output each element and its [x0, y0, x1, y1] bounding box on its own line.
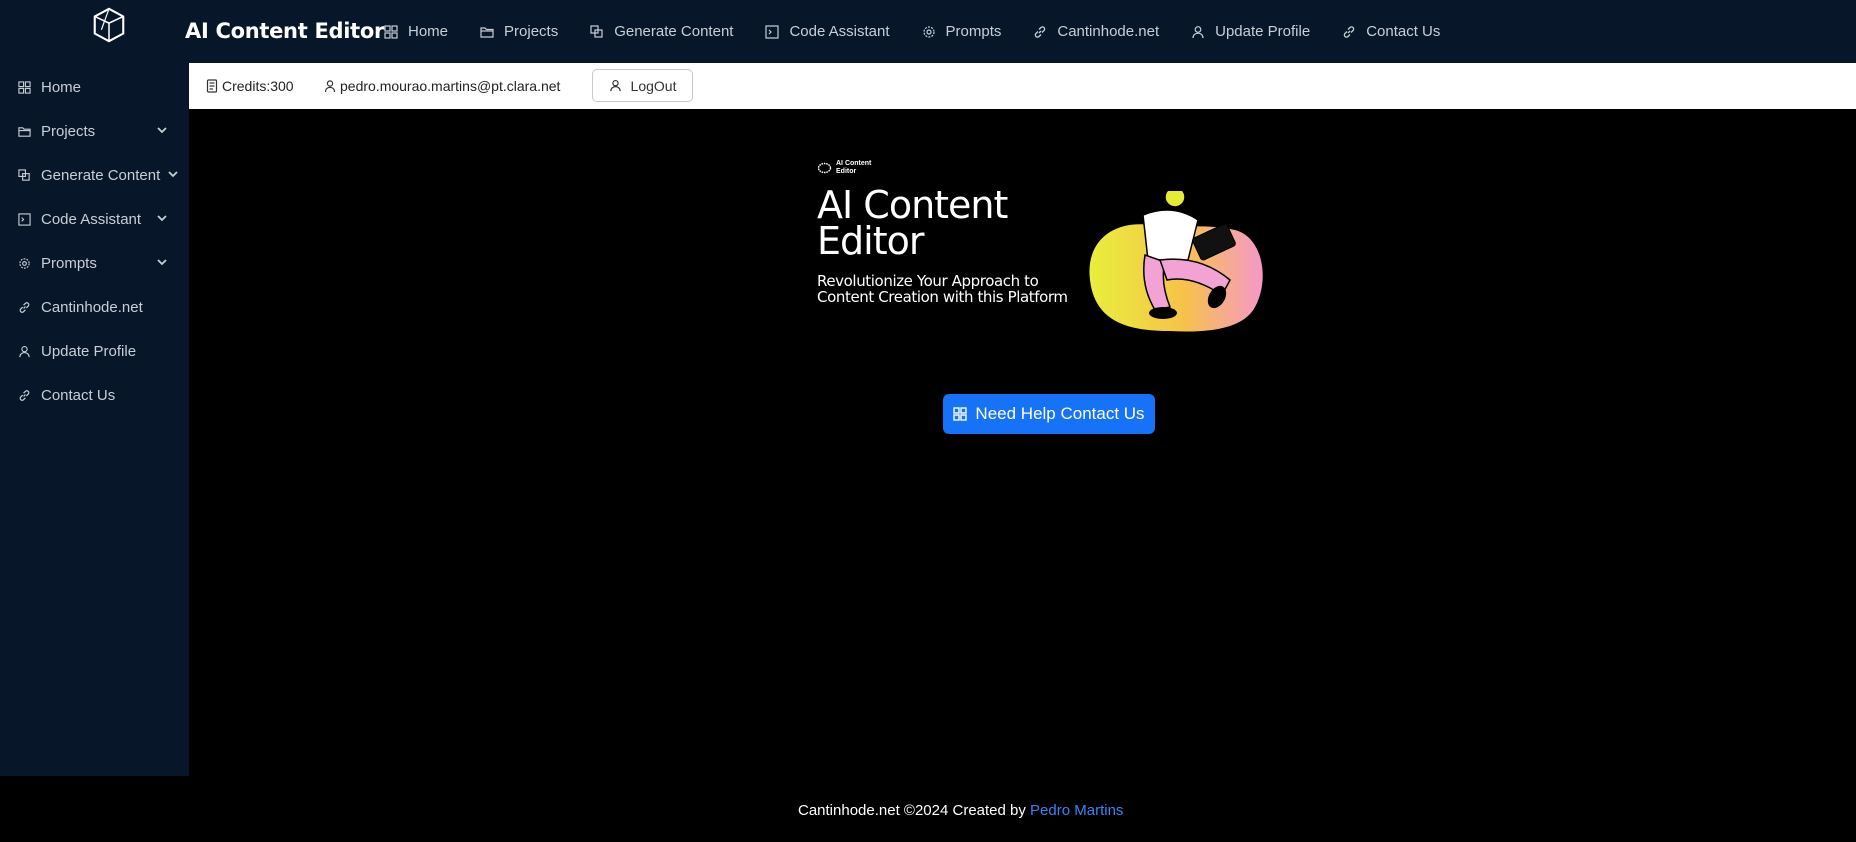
layers-icon — [590, 24, 603, 38]
chevron-down-icon[interactable] — [167, 168, 179, 180]
footer: Cantinhode.net ©2024 Created by Pedro Ma… — [0, 776, 1856, 842]
sidebar-item-projects[interactable]: Projects — [0, 109, 189, 153]
app-title[interactable]: AI Content Editor — [185, 19, 384, 43]
logout-button[interactable]: LogOut — [592, 69, 693, 102]
topnav-item-projects[interactable]: Projects — [480, 23, 558, 40]
link-icon — [19, 301, 30, 313]
topnav-item-contact-us[interactable]: Contact Us — [1342, 23, 1440, 40]
banner-subtitle: Revolutionize Your Approach to Content C… — [817, 273, 1087, 305]
gear-icon — [922, 25, 935, 38]
link-icon — [1035, 25, 1046, 38]
sidebar-item-generate-content[interactable]: Generate Content — [0, 153, 189, 197]
terminal-icon — [765, 24, 780, 39]
topnav-item-update-profile[interactable]: Update Profile — [1191, 23, 1310, 40]
user-icon — [19, 345, 30, 357]
sidebar-item-home[interactable]: Home — [0, 65, 189, 109]
link-icon — [1343, 25, 1355, 38]
grid-icon — [18, 80, 31, 94]
topnav-item-code-assistant[interactable]: Code Assistant — [765, 23, 890, 40]
app-logo-icon[interactable] — [90, 6, 128, 44]
grid-icon — [953, 407, 968, 421]
banner-mini-brand: AI Content Editor — [817, 160, 881, 176]
user-icon — [324, 80, 336, 93]
sidebar-item-label: Projects — [41, 122, 96, 140]
credits-indicator: Credits:300 — [206, 78, 294, 94]
sidebar-item-code-assistant[interactable]: Code Assistant — [0, 197, 189, 241]
top-nav-menu: Home Projects Generate Content Code Assi… — [384, 0, 1472, 63]
sidebar-item-label: Contact Us — [41, 386, 116, 404]
need-help-contact-button[interactable]: Need Help Contact Us — [943, 394, 1155, 434]
topnav-item-prompts[interactable]: Prompts — [922, 23, 1002, 40]
banner-subtitle-line1: Revolutionize Your Approach to — [817, 272, 1039, 290]
banner-title-line1: AI Content — [817, 183, 1008, 227]
gear-icon — [19, 257, 30, 269]
footer-copyright: Cantinhode.net ©2024 Created by — [798, 802, 1031, 819]
topnav-item-label: Prompts — [945, 23, 1002, 40]
terminal-icon — [18, 212, 31, 226]
user-icon — [609, 79, 621, 92]
topnav-item-generate-content[interactable]: Generate Content — [590, 23, 733, 40]
folder-icon — [18, 126, 31, 137]
user-email-text: pedro.mourao.martins@pt.clara.net — [340, 78, 561, 94]
sidebar: Home Projects Generate Content Code Assi… — [0, 63, 189, 776]
banner-illustration — [1089, 186, 1263, 332]
sidebar-item-update-profile[interactable]: Update Profile — [0, 329, 189, 373]
hero-banner: AI Content Editor AI Content Editor Revo… — [817, 157, 1264, 339]
sidebar-item-label: Prompts — [41, 254, 97, 272]
chevron-down-icon[interactable] — [156, 256, 168, 268]
sidebar-item-cantinhode[interactable]: Cantinhode.net — [0, 285, 189, 329]
link-icon — [19, 389, 30, 401]
topnav-item-label: Projects — [504, 23, 559, 40]
banner-subtitle-line2: Content Creation with this Platform — [817, 288, 1068, 306]
sidebar-item-prompts[interactable]: Prompts — [0, 241, 189, 285]
folder-icon — [480, 26, 494, 38]
user-icon — [1192, 25, 1204, 38]
layers-icon — [18, 168, 30, 181]
sidebar-item-label: Cantinhode.net — [41, 298, 143, 316]
topnav-item-label: Cantinhode.net — [1057, 23, 1160, 40]
grid-icon — [384, 24, 398, 39]
topnav-item-cantinhode[interactable]: Cantinhode.net — [1033, 23, 1159, 40]
sidebar-item-label: Home — [41, 78, 82, 96]
topnav-item-home[interactable]: Home — [384, 23, 448, 40]
topnav-item-label: Code Assistant — [789, 23, 890, 40]
banner-title-line2: Editor — [817, 219, 924, 263]
need-help-contact-label: Need Help Contact Us — [975, 404, 1145, 423]
chevron-down-icon[interactable] — [156, 124, 168, 136]
ring-logo-icon — [817, 162, 832, 174]
footer-author-link[interactable]: Pedro Martins — [1030, 802, 1123, 819]
sidebar-item-contact-us[interactable]: Contact Us — [0, 373, 189, 417]
topnav-item-label: Contact Us — [1366, 23, 1441, 40]
user-info-bar: Credits:300 pedro.mourao.martins@pt.clar… — [189, 63, 1856, 109]
topnav-item-label: Generate Content — [614, 23, 734, 40]
credits-text: Credits:300 — [222, 78, 294, 94]
user-email: pedro.mourao.martins@pt.clara.net — [324, 78, 560, 94]
banner-mini-brand-text: AI Content Editor — [836, 160, 872, 175]
logout-label: LogOut — [630, 77, 677, 94]
sidebar-item-label: Update Profile — [41, 342, 137, 360]
topnav-item-label: Update Profile — [1215, 23, 1311, 40]
banner-title: AI Content Editor — [817, 183, 1008, 263]
receipt-icon — [206, 79, 218, 93]
chevron-down-icon[interactable] — [156, 212, 168, 224]
footer-text: Cantinhode.net ©2024 Created by Pedro Ma… — [798, 802, 1123, 819]
sidebar-item-label: Generate Content — [41, 166, 161, 184]
top-navbar: AI Content Editor Home Projects Generate… — [0, 0, 1856, 63]
sidebar-item-label: Code Assistant — [41, 210, 142, 228]
topnav-item-label: Home — [408, 23, 449, 40]
